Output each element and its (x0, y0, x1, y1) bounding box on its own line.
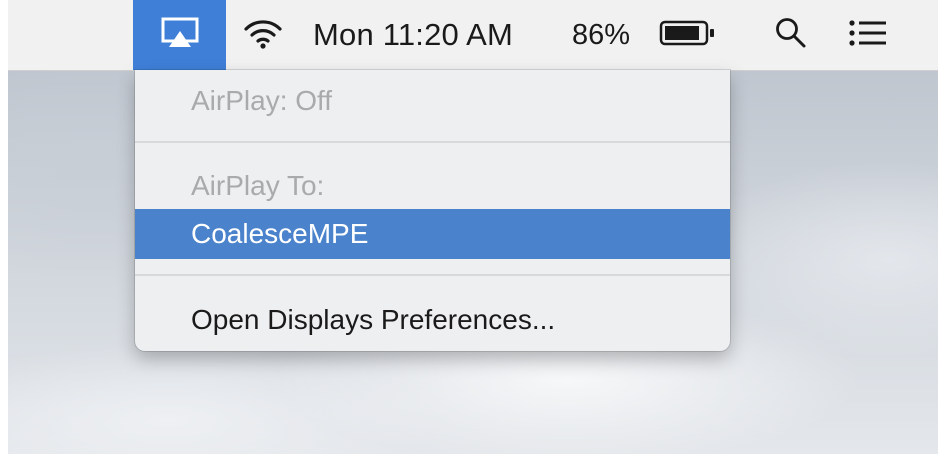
menu-separator (135, 141, 730, 143)
wifi-status[interactable] (228, 0, 298, 70)
list-icon (848, 19, 888, 52)
airplay-dropdown-menu: AirPlay: Off AirPlay To: CoalesceMPE Ope… (135, 70, 730, 351)
airplay-menu-button[interactable] (133, 0, 226, 70)
menu-separator (135, 274, 730, 276)
battery-percentage[interactable]: 86% (572, 0, 642, 70)
battery-icon (659, 19, 717, 52)
airplay-device-coalescempe[interactable]: CoalesceMPE (135, 209, 730, 259)
search-icon (774, 16, 808, 55)
wifi-icon (243, 17, 283, 54)
battery-status[interactable] (648, 0, 728, 70)
spotlight-search-button[interactable] (763, 0, 818, 70)
notification-center-button[interactable] (838, 0, 898, 70)
menu-bar: Mon 11:20 AM 86% (8, 0, 938, 71)
airplay-icon (160, 17, 200, 54)
menu-bar-clock[interactable]: Mon 11:20 AM (313, 0, 563, 70)
airplay-status-item: AirPlay: Off (191, 85, 333, 116)
open-displays-preferences-item[interactable]: Open Displays Preferences... (135, 295, 730, 345)
airplay-to-header: AirPlay To: (191, 170, 325, 201)
